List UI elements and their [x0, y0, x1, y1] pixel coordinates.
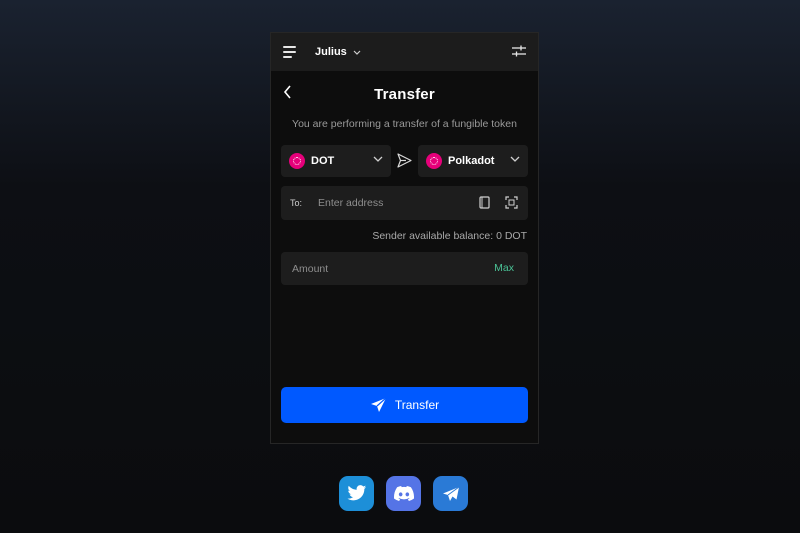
address-book-icon[interactable] — [479, 196, 490, 209]
chain-selector-label: Polkadot — [448, 155, 495, 167]
back-arrow-icon[interactable] — [283, 85, 292, 99]
scan-icon[interactable] — [505, 196, 518, 209]
address-label: To: — [290, 198, 303, 208]
chevron-down-icon — [510, 156, 520, 162]
account-name: Julius — [315, 46, 347, 58]
sender-balance: Sender available balance: 0 DOT — [372, 230, 527, 242]
menu-icon[interactable] — [283, 46, 297, 58]
top-bar: Julius — [271, 33, 538, 71]
send-icon — [397, 153, 412, 168]
chevron-down-icon — [373, 156, 383, 162]
telegram-link[interactable] — [433, 476, 468, 511]
transfer-panel: Julius Transfer You are performing a tra… — [270, 32, 539, 444]
title-row: Transfer — [271, 71, 538, 117]
transfer-button[interactable]: Transfer — [281, 387, 528, 423]
page-subtitle: You are performing a transfer of a fungi… — [292, 118, 517, 130]
transfer-button-label: Transfer — [394, 398, 440, 412]
telegram-icon — [442, 486, 459, 501]
discord-link[interactable] — [386, 476, 421, 511]
chevron-down-icon — [353, 50, 361, 55]
twitter-link[interactable] — [339, 476, 374, 511]
twitter-icon — [347, 485, 366, 501]
send-icon — [370, 397, 387, 412]
polkadot-chain-icon — [426, 153, 442, 169]
selector-row: DOT Polkadot — [281, 145, 528, 177]
address-field: To: — [281, 186, 528, 220]
discord-icon — [393, 486, 414, 501]
amount-input[interactable] — [290, 261, 464, 276]
polkadot-token-icon — [289, 153, 305, 169]
page-title: Transfer — [374, 85, 435, 103]
max-button[interactable]: Max — [494, 262, 514, 274]
social-links — [339, 476, 468, 511]
chain-selector[interactable]: Polkadot — [418, 145, 528, 177]
account-selector[interactable]: Julius — [315, 46, 361, 58]
amount-field: Max — [281, 252, 528, 285]
settings-sliders-icon[interactable] — [512, 45, 526, 57]
token-selector[interactable]: DOT — [281, 145, 391, 177]
token-selector-label: DOT — [311, 155, 335, 167]
address-input[interactable] — [316, 196, 461, 210]
